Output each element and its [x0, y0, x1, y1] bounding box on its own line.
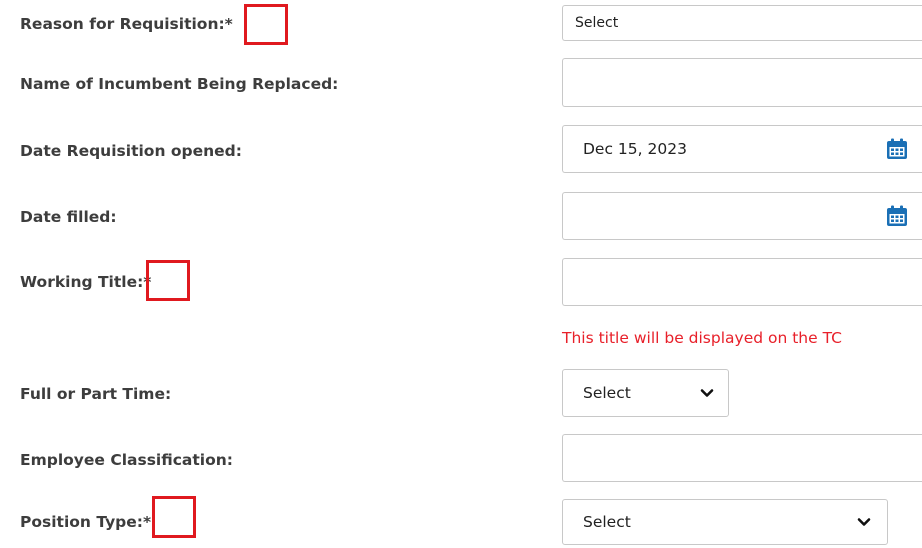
- reason-for-requisition-label: Reason for Requisition:*: [20, 15, 233, 33]
- date-filled-input[interactable]: [562, 192, 922, 240]
- date-filled-label: Date filled:: [20, 208, 117, 226]
- calendar-icon[interactable]: [886, 138, 908, 160]
- employee-classification-label: Employee Classification:: [20, 451, 233, 469]
- full-or-part-time-label: Full or Part Time:: [20, 385, 172, 403]
- working-title-label: Working Title:*: [20, 273, 152, 291]
- required-marker-highlight-position-type: [152, 496, 196, 538]
- calendar-icon[interactable]: [886, 205, 908, 227]
- incumbent-name-input[interactable]: [562, 58, 922, 107]
- chevron-down-icon: [857, 518, 871, 526]
- reason-for-requisition-value: Select: [575, 15, 619, 31]
- date-requisition-opened-label: Date Requisition opened:: [20, 142, 242, 160]
- full-or-part-time-select[interactable]: Select: [562, 369, 729, 417]
- working-title-hint: This title will be displayed on the TC: [562, 329, 842, 347]
- position-type-label: Position Type:*: [20, 513, 152, 531]
- required-marker-highlight-working-title: [146, 260, 190, 301]
- chevron-down-icon: [700, 389, 714, 397]
- incumbent-name-label: Name of Incumbent Being Replaced:: [20, 75, 339, 93]
- employee-classification-input[interactable]: [562, 434, 922, 482]
- working-title-input[interactable]: [562, 258, 922, 306]
- position-type-value: Select: [583, 513, 631, 531]
- full-or-part-time-value: Select: [583, 384, 631, 402]
- date-requisition-opened-value: Dec 15, 2023: [583, 140, 687, 158]
- required-marker-highlight-reason: [244, 4, 288, 45]
- reason-for-requisition-select[interactable]: Select: [562, 5, 922, 41]
- date-requisition-opened-input[interactable]: Dec 15, 2023: [562, 125, 922, 173]
- position-type-select[interactable]: Select: [562, 499, 888, 545]
